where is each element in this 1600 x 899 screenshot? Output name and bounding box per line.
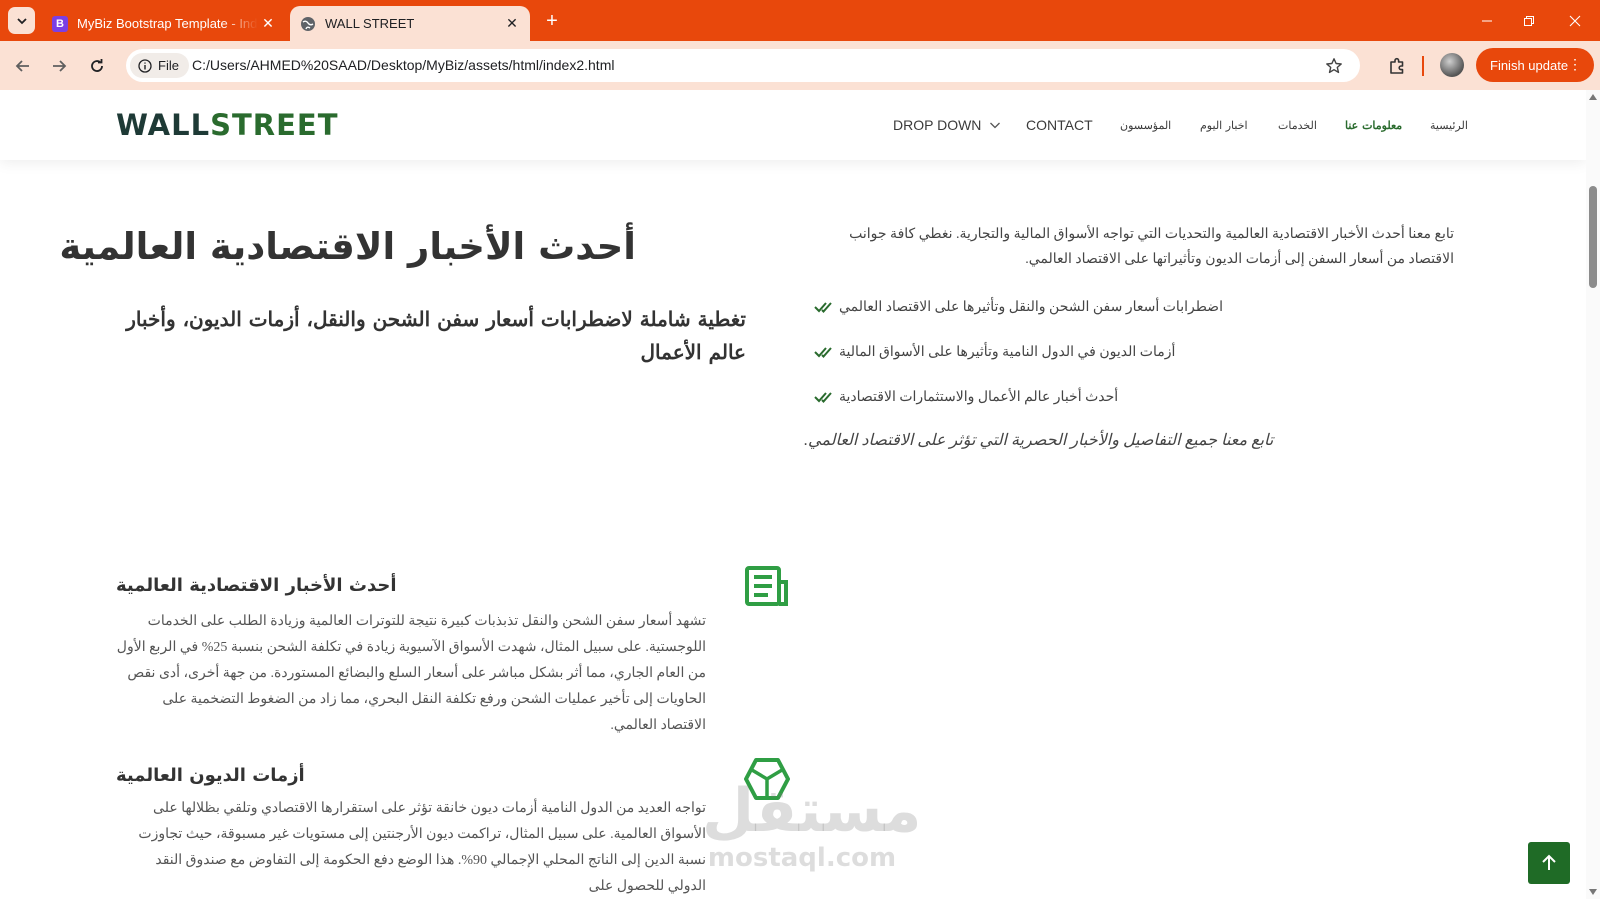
profile-avatar[interactable] — [1440, 53, 1464, 77]
back-to-top-button[interactable] — [1528, 842, 1570, 884]
chevron-down-icon — [16, 17, 27, 24]
site-chip-label: File — [158, 58, 179, 73]
nav-dropdown-label: DROP DOWN — [893, 117, 982, 133]
url-text[interactable]: C:/Users/AHMED%20SAAD/Desktop/MyBiz/asse… — [192, 57, 614, 73]
close-icon[interactable]: ✕ — [258, 14, 278, 34]
double-check-icon — [814, 347, 832, 358]
intro-paragraph: تابع معنا أحدث الأخبار الاقتصادية العالم… — [849, 227, 1454, 267]
finish-update-button[interactable]: Finish update ⋮ — [1476, 48, 1594, 82]
list-item: اضطرابات أسعار سفن الشحن والنقل وتأثيرها… — [814, 296, 1434, 318]
service-description: تواجه العديد من الدول النامية أزمات ديون… — [138, 801, 706, 894]
nav-about[interactable]: معلومات عنا — [1345, 119, 1402, 132]
news-icon — [745, 566, 788, 606]
tab-strip: B MyBiz Bootstrap Template - Index ✕ WAL… — [0, 0, 1600, 41]
list-item-text: أزمات الديون في الدول النامية وتأثيرها ع… — [839, 344, 1176, 360]
double-check-icon — [814, 302, 832, 313]
forward-arrow-icon[interactable] — [44, 51, 74, 81]
site-logo[interactable]: WALLSTREET — [116, 108, 339, 142]
tab-search-button[interactable] — [8, 7, 35, 34]
minimize-icon[interactable] — [1464, 0, 1510, 41]
info-icon — [138, 58, 152, 73]
list-item: أزمات الديون في الدول النامية وتأثيرها ع… — [814, 341, 1434, 363]
page-scrollbar[interactable] — [1586, 90, 1600, 899]
watermark-arabic: مستقل — [702, 776, 922, 846]
site-info-chip[interactable]: File — [130, 53, 189, 78]
nav-today-news[interactable]: اخبار اليوم — [1200, 119, 1248, 132]
restore-icon[interactable] — [1506, 0, 1552, 41]
logo-part-2: STREET — [210, 108, 339, 142]
list-item-text: اضطرابات أسعار سفن الشحن والنقل وتأثيرها… — [839, 299, 1223, 315]
list-item: أحدث أخبار عالم الأعمال والاستثمارات الا… — [814, 386, 1434, 408]
site-header: WALLSTREET DROP DOWN CONTACT المؤسسون اخ… — [0, 90, 1586, 160]
nav-dropdown[interactable]: DROP DOWN — [893, 117, 1001, 133]
globe-icon — [300, 16, 316, 32]
close-icon[interactable]: ✕ — [502, 14, 522, 34]
scroll-down-icon[interactable] — [1589, 889, 1597, 895]
intro-italic-note: تابع معنا جميع التفاصيل والأخبار الحصرية… — [804, 432, 1274, 449]
logo-part-1: WALL — [116, 108, 211, 142]
service-title: أحدث الأخبار الاقتصادية العالمية — [116, 575, 397, 596]
browser-toolbar: File C:/Users/AHMED%20SAAD/Desktop/MyBiz… — [0, 41, 1600, 90]
chevron-down-icon — [990, 122, 1001, 129]
back-arrow-icon[interactable] — [8, 51, 38, 81]
toolbar-divider — [1422, 56, 1424, 76]
tab-wallstreet[interactable]: WALL STREET ✕ — [290, 6, 530, 41]
page-viewport: WALLSTREET DROP DOWN CONTACT المؤسسون اخ… — [0, 90, 1586, 899]
tab-title: WALL STREET — [325, 16, 415, 31]
nav-services[interactable]: الخدمات — [1278, 119, 1317, 132]
hero-title: أحدث الأخبار الاقتصادية العالمية — [59, 225, 636, 268]
tab-title: MyBiz Bootstrap Template - Index — [77, 16, 258, 31]
double-check-icon — [814, 392, 832, 403]
list-item-text: أحدث أخبار عالم الأعمال والاستثمارات الا… — [839, 389, 1119, 405]
service-title: أزمات الديون العالمية — [116, 765, 305, 786]
service-description: تشهد أسعار سفن الشحن والنقل تذبذبات كبير… — [116, 614, 706, 733]
scroll-up-icon[interactable] — [1589, 94, 1597, 100]
nav-founders[interactable]: المؤسسون — [1120, 119, 1171, 132]
extensions-puzzle-icon[interactable] — [1384, 53, 1410, 79]
watermark: مستقل mostaql.com — [702, 776, 922, 899]
nav-contact[interactable]: CONTACT — [1026, 117, 1093, 133]
window-close-icon[interactable] — [1552, 0, 1598, 41]
new-tab-plus-icon[interactable]: + — [540, 9, 564, 33]
finish-update-label: Finish update — [1490, 57, 1569, 73]
kebab-menu-icon: ⋮ — [1568, 56, 1582, 72]
hero-subtitle: تغطية شاملة لاضطرابات أسعار سفن الشحن وا… — [126, 307, 746, 364]
address-bar[interactable]: File C:/Users/AHMED%20SAAD/Desktop/MyBiz… — [126, 49, 1360, 82]
arrow-up-icon — [1542, 854, 1556, 870]
scroll-thumb[interactable] — [1589, 186, 1597, 288]
reload-icon[interactable] — [82, 51, 112, 81]
watermark-english: mostaql.com — [707, 843, 897, 873]
bookmark-star-icon[interactable] — [1324, 56, 1344, 76]
nav-home[interactable]: الرئيسية — [1430, 119, 1468, 132]
bootstrap-favicon-icon: B — [52, 15, 68, 32]
tab-mybiz[interactable]: B MyBiz Bootstrap Template - Index ✕ — [42, 6, 286, 41]
